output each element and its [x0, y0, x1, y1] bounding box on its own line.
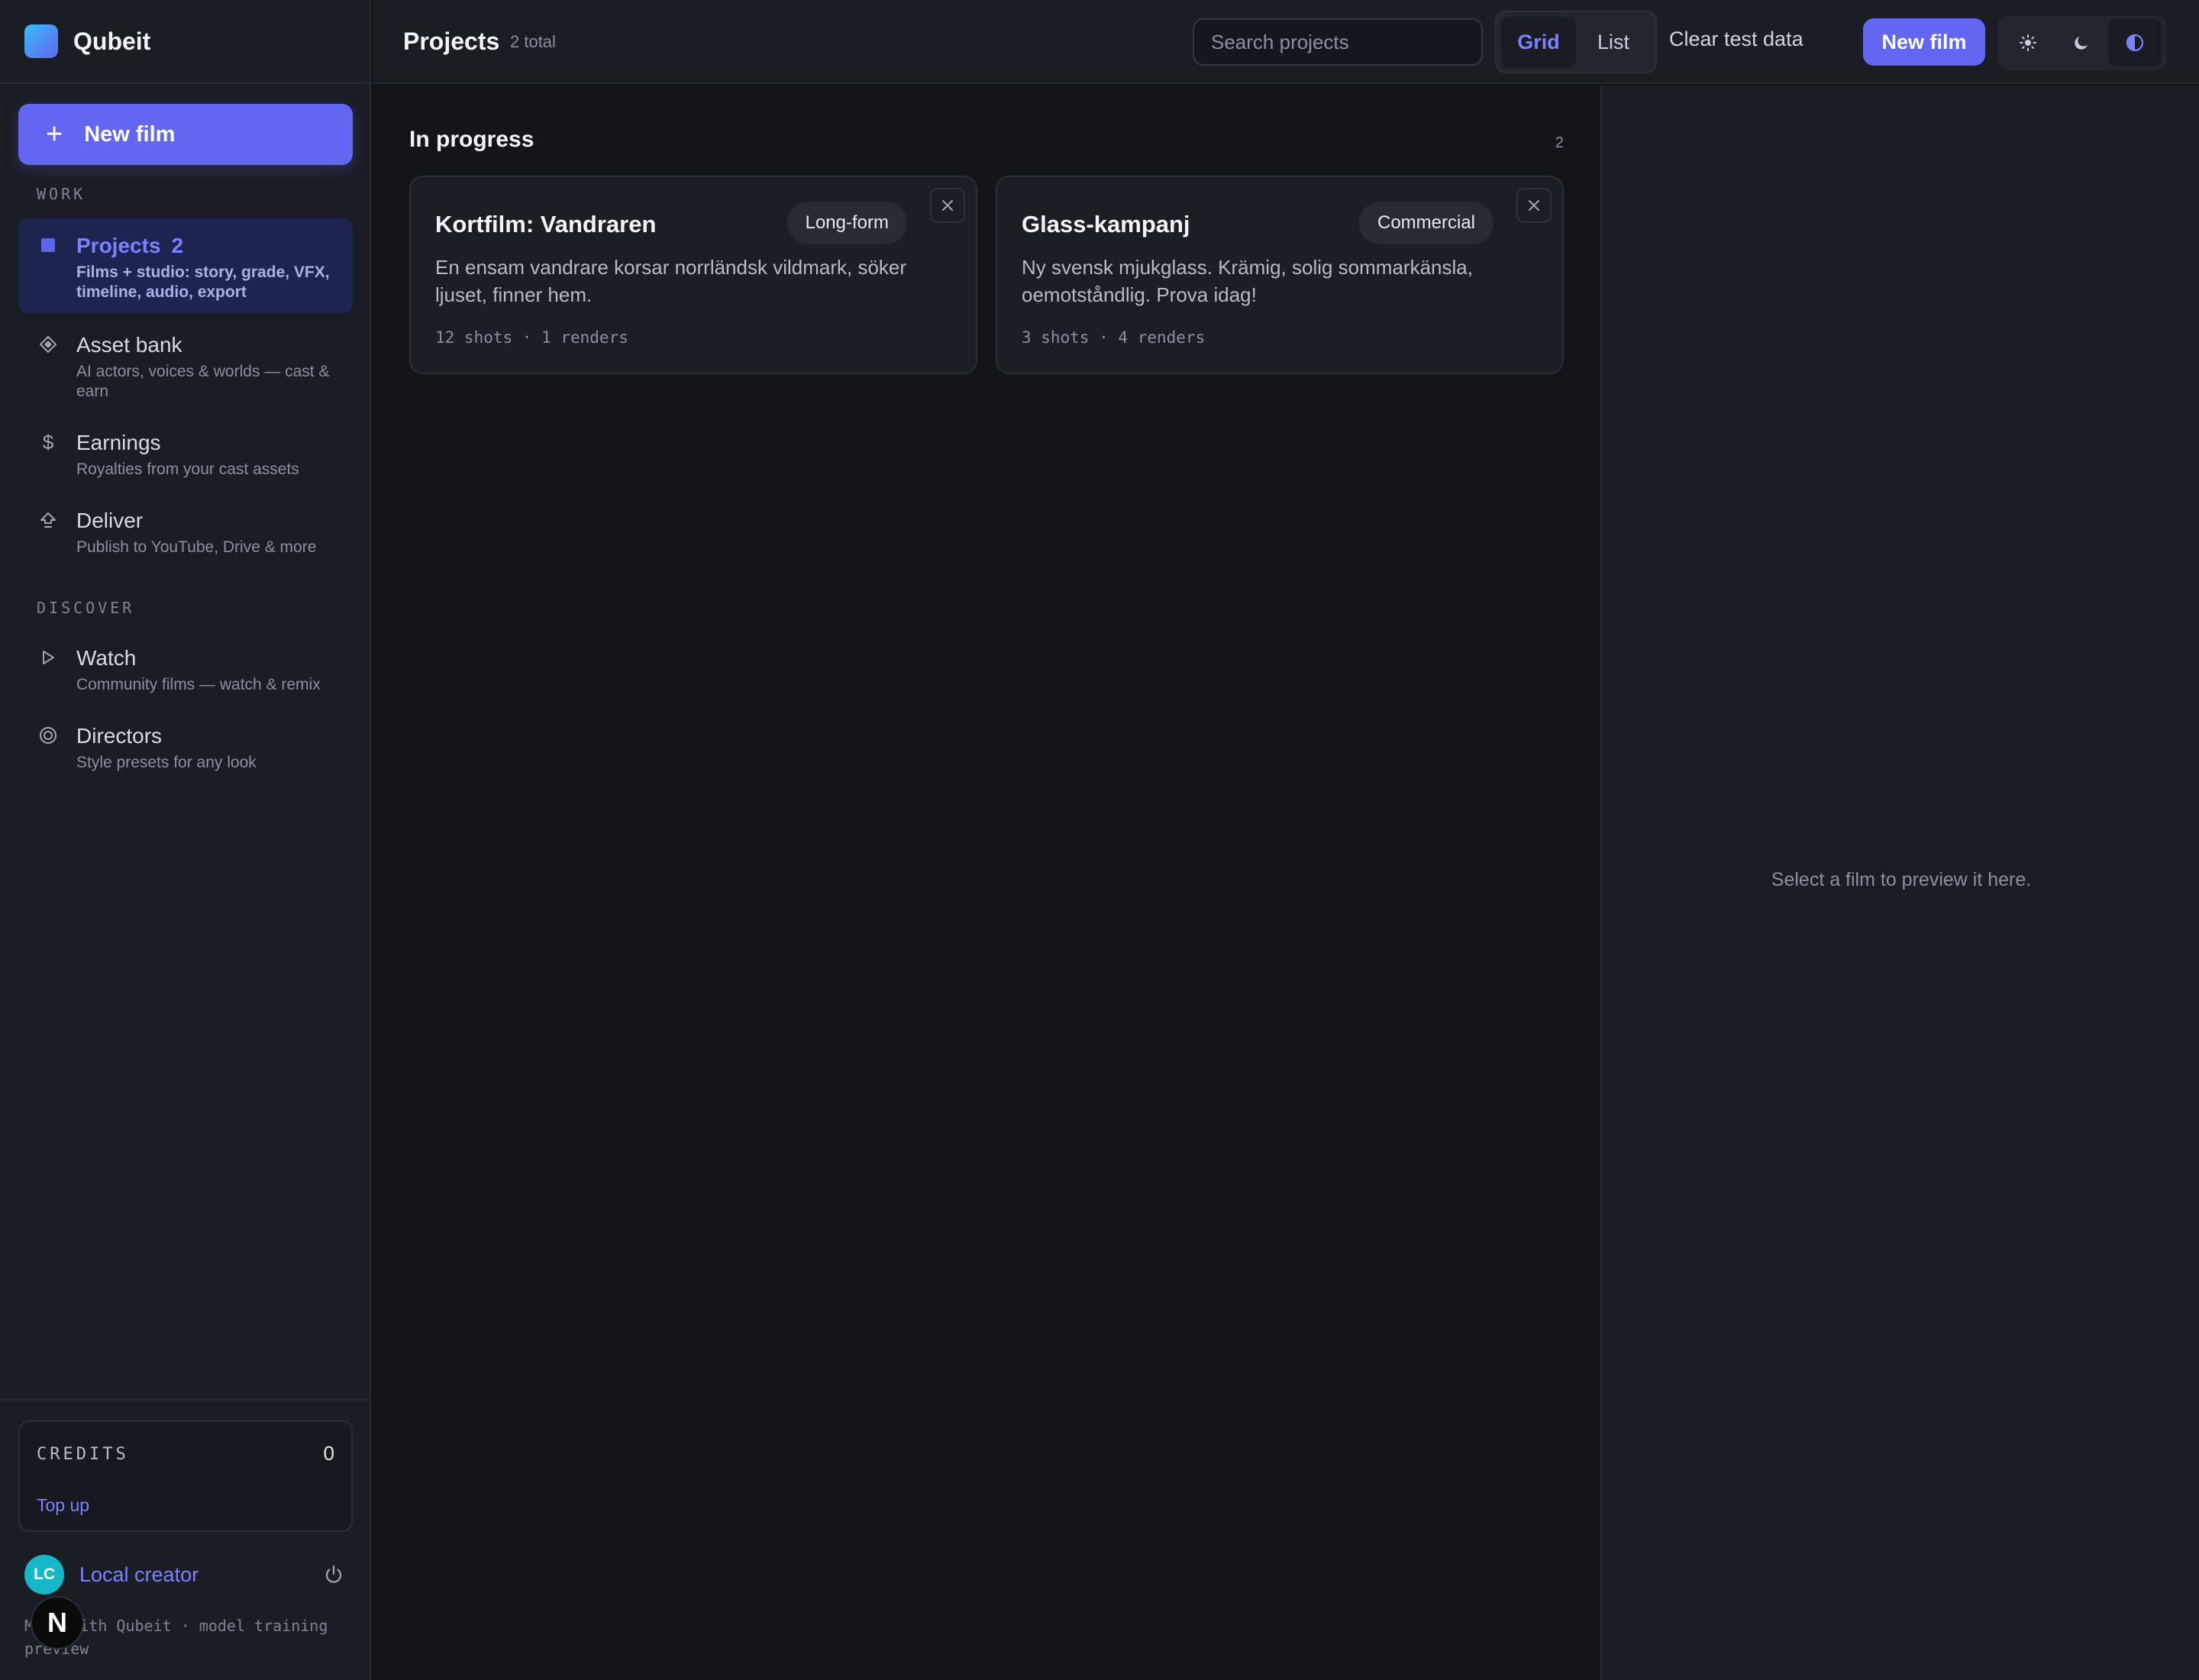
- brand[interactable]: Qubeit: [0, 0, 371, 84]
- section-label-discover: DISCOVER: [37, 599, 135, 617]
- user-name[interactable]: Local creator: [79, 1563, 199, 1587]
- upload-icon: [38, 510, 58, 530]
- card-meta: 3 shots · 4 renders: [1022, 328, 1206, 347]
- diamond-icon: [38, 334, 58, 354]
- project-card[interactable]: Glass-kampanj Commercial Ny svensk mjukg…: [996, 176, 1564, 374]
- credits-panel: CREDITS 0 Top up: [18, 1420, 353, 1532]
- sidebar-item-subtitle: AI actors, voices & worlds — cast & earn: [76, 363, 330, 400]
- app-name: Qubeit: [73, 27, 151, 55]
- contrast-icon[interactable]: [2108, 19, 2162, 66]
- user-row: LC Local creator: [24, 1555, 345, 1594]
- credits-value: 0: [323, 1442, 334, 1465]
- section-label-work: WORK: [37, 185, 86, 203]
- view-list-button[interactable]: List: [1576, 17, 1651, 67]
- card-tag: Long-form: [786, 202, 907, 244]
- sun-icon[interactable]: [2001, 19, 2055, 66]
- sidebar-item-deliver[interactable]: Deliver Publish to YouTube, Drive & more: [18, 493, 353, 567]
- close-icon[interactable]: [930, 188, 965, 223]
- sidebar-item-title: Asset bank: [76, 333, 182, 357]
- power-icon[interactable]: [322, 1563, 345, 1586]
- sidebar: Qubeit + New film WORK Projects 2 Films +…: [0, 0, 371, 1680]
- card-title: Kortfilm: Vandraren: [435, 211, 657, 237]
- dollar-icon: $: [42, 430, 54, 454]
- search-input[interactable]: [1193, 18, 1483, 66]
- sidebar-item-title: Directors: [76, 724, 163, 748]
- play-icon: [38, 648, 58, 667]
- sidebar-item-asset-bank[interactable]: Asset bank AI actors, voices & worlds — …: [18, 318, 353, 406]
- credits-label: CREDITS: [37, 1445, 129, 1464]
- card-title: Glass-kampanj: [1022, 211, 1190, 237]
- dev-badge[interactable]: N: [31, 1596, 84, 1649]
- app-logo: [24, 24, 58, 58]
- sidebar-item-title: Deliver: [76, 509, 144, 532]
- sidebar-item-subtitle: Royalties from your cast assets: [76, 460, 299, 478]
- close-icon[interactable]: [1516, 188, 1552, 223]
- sidebar-item-subtitle: Community films — watch & remix: [76, 676, 321, 693]
- view-toggle: Grid List: [1495, 11, 1657, 73]
- section-title: In progress: [409, 127, 534, 152]
- sidebar-item-subtitle: Publish to YouTube, Drive & more: [76, 538, 317, 556]
- sidebar-item-title: Earnings: [76, 431, 161, 454]
- card-description: Ny svensk mjukglass. Krämig, solig somma…: [1022, 256, 1473, 306]
- new-film-label: New film: [84, 121, 176, 147]
- sidebar-item-watch[interactable]: Watch Community films — watch & remix: [18, 631, 353, 704]
- sidebar-item-title: Projects 2: [76, 234, 184, 257]
- card-tag: Commercial: [1358, 202, 1493, 244]
- sidebar-item-directors[interactable]: Directors Style presets for any look: [18, 709, 353, 782]
- page-count: 2 total: [510, 32, 556, 51]
- view-grid-button[interactable]: Grid: [1501, 17, 1576, 67]
- projects-count: 2: [171, 234, 184, 257]
- moon-icon[interactable]: [2055, 19, 2108, 66]
- theme-toggle: [1997, 15, 2167, 70]
- card-meta: 12 shots · 1 renders: [435, 328, 628, 347]
- target-icon: [38, 725, 58, 745]
- plus-icon: +: [46, 118, 63, 150]
- top-up-link[interactable]: Top up: [37, 1495, 89, 1516]
- card-description: En ensam vandrare korsar norrländsk vild…: [435, 256, 907, 306]
- projects-main: In progress 2 Kortfilm: Vandraren Long-f…: [373, 86, 1600, 1680]
- top-bar: Projects 2 total Grid List Clear test da…: [373, 0, 2199, 84]
- new-film-button[interactable]: New film: [1863, 18, 1985, 66]
- new-film-button-sidebar[interactable]: + New film: [18, 104, 353, 165]
- sidebar-item-earnings[interactable]: $ Earnings Royalties from your cast asse…: [18, 415, 353, 489]
- preview-empty-message: Select a film to preview it here.: [1771, 869, 2032, 890]
- sidebar-item-subtitle: Style presets for any look: [76, 754, 257, 771]
- sidebar-item-projects[interactable]: Projects 2 Films + studio: story, grade, …: [18, 218, 353, 313]
- sidebar-item-subtitle: Films + studio: story, grade, VFX, timel…: [76, 263, 330, 301]
- avatar[interactable]: LC: [24, 1555, 64, 1594]
- clear-test-data-button[interactable]: Clear test data: [1669, 27, 1803, 51]
- sidebar-item-title: Watch: [76, 646, 137, 670]
- square-icon: [38, 235, 58, 255]
- section-count: 2: [1555, 134, 1564, 151]
- project-card[interactable]: Kortfilm: Vandraren Long-form En ensam v…: [409, 176, 977, 374]
- page-title: Projects: [403, 27, 500, 55]
- preview-panel: Select a film to preview it here.: [1600, 86, 2199, 1680]
- sidebar-divider: [0, 1399, 371, 1401]
